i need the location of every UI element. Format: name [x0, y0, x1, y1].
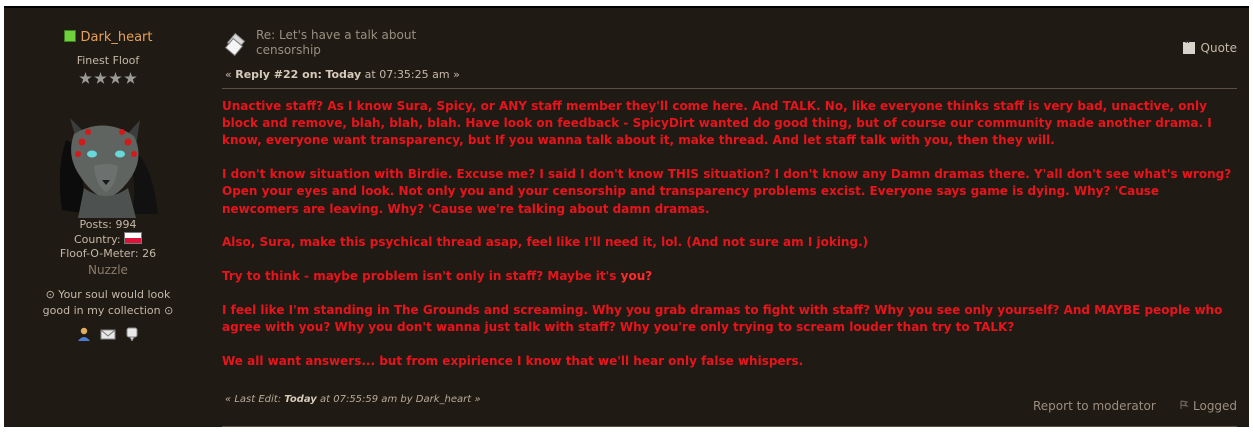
rank-star-icon: [124, 72, 137, 84]
floof-meter: Floof-O-Meter: 26: [59, 247, 157, 260]
poster-name[interactable]: Dark_heart: [81, 30, 153, 45]
subject-line-1[interactable]: Re: Let's have a talk about: [256, 28, 476, 43]
quote-label[interactable]: Quote: [1201, 41, 1237, 55]
logged-ip-icon: [1179, 399, 1189, 409]
forum-post: Dark_heart Finest Floof Posts: 994 Count…: [4, 6, 1249, 427]
rank-star-icon: [109, 72, 122, 84]
online-status-icon: [63, 30, 76, 42]
post-paragraph: Unactive staff? As I know Sura, Spicy, o…: [222, 99, 1212, 148]
subject-post-icon: [224, 32, 248, 57]
poster-rank: Finest Floof: [76, 54, 140, 67]
post-paragraph: I feel like I'm standing in The Grounds …: [222, 302, 1223, 334]
edit-suffix: at 07:55:59 am by Dark_heart »: [316, 394, 481, 405]
reply-time: at 07:35:25 am »: [361, 68, 460, 81]
email-icon[interactable]: [100, 327, 116, 341]
signature-line-2: good in my collection ⊙: [42, 304, 174, 317]
post-divider-top: [222, 88, 1237, 89]
think-bold: you?: [620, 268, 653, 283]
pm-icon[interactable]: [124, 327, 140, 343]
subject-line-2[interactable]: censorship: [256, 43, 476, 58]
edit-day: Today: [284, 394, 317, 405]
post-paragraph: I don't know situation with Birdie. Excu…: [222, 167, 1232, 216]
report-to-moderator-link[interactable]: Report to moderator: [1033, 399, 1156, 413]
reply-prefix: «: [225, 68, 236, 81]
post-paragraph: Also, Sura, make this psychical thread a…: [222, 235, 869, 250]
post-paragraph: We all want answers... but from expirien…: [222, 353, 804, 368]
logged-ip[interactable]: Logged: [1179, 399, 1237, 413]
flag-icon: [124, 232, 143, 244]
logged-label[interactable]: Logged: [1193, 399, 1237, 413]
poster-name-row: Dark_heart: [4, 30, 212, 48]
rank-stars: [4, 72, 212, 88]
quote-button[interactable]: Quote: [1182, 38, 1237, 55]
post-count: Posts: 994: [79, 218, 137, 231]
poster-action-icons: [4, 327, 212, 343]
edit-prefix: « Last Edit:: [225, 394, 285, 405]
post-subject[interactable]: Re: Let's have a talk about censorship: [256, 28, 476, 58]
last-edit: « Last Edit: Today at 07:55:59 am by Dar…: [225, 394, 481, 405]
reply-day: Today: [325, 68, 362, 81]
reply-info: « Reply #22 on: Today at 07:35:25 am »: [225, 68, 460, 81]
think-text: Try to think - maybe problem isn't only …: [222, 268, 621, 283]
quote-icon: [1182, 38, 1195, 54]
poster-country: Country:: [4, 232, 212, 247]
poster-info: Dark_heart Finest Floof Posts: 994 Count…: [4, 30, 212, 343]
profile-icon[interactable]: [77, 327, 93, 341]
post-body: Unactive staff? As I know Sura, Spicy, o…: [222, 98, 1232, 370]
post-paragraph: Try to think - maybe problem isn't only …: [222, 268, 1232, 285]
nuzzle-link[interactable]: Nuzzle: [4, 263, 212, 277]
country-label: Country:: [73, 233, 121, 246]
post-divider-bottom: [222, 426, 1237, 427]
reply-label: Reply #22 on:: [235, 68, 322, 81]
rank-star-icon: [94, 72, 107, 84]
avatar: [48, 110, 168, 218]
rank-star-icon: [79, 72, 92, 84]
signature-line-1: ⊙ Your soul would look: [45, 288, 171, 301]
poster-signature: ⊙ Your soul would look good in my collec…: [4, 287, 212, 319]
